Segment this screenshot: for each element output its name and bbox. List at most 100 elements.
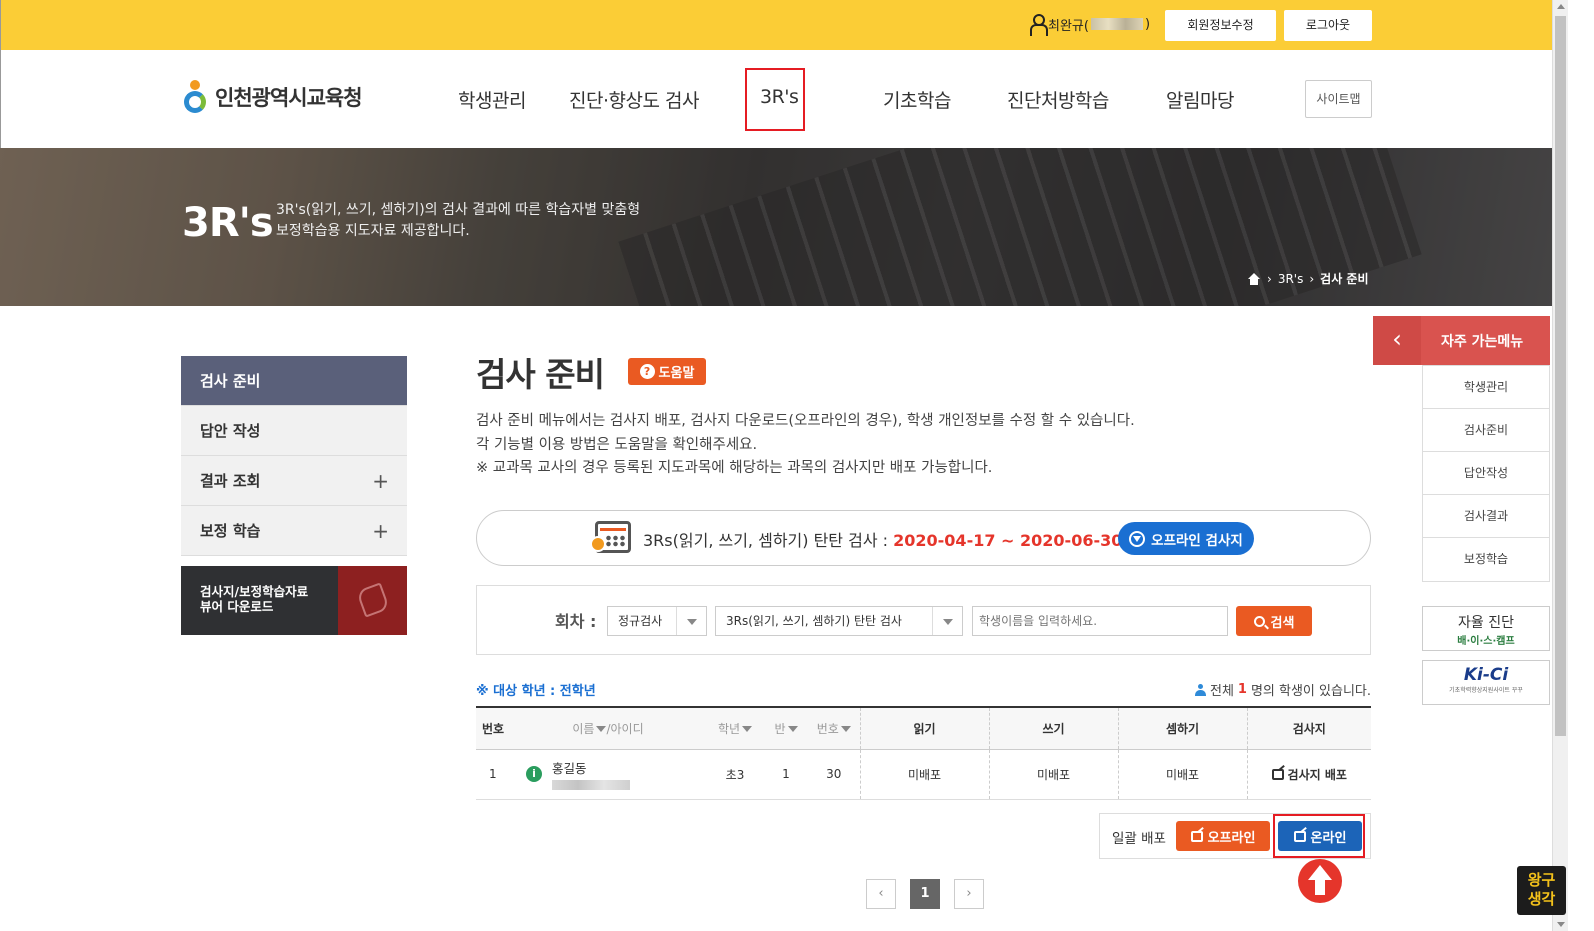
chevron-right-icon: › — [1309, 271, 1315, 286]
distribute-sheet-button[interactable]: 검사지 배포 — [1271, 766, 1347, 783]
col-name[interactable]: 이름/아이디 — [510, 706, 706, 750]
vertical-scrollbar[interactable] — [1552, 0, 1568, 931]
banner-desc-line2: 보정학습용 지도자료 제공합니다. — [276, 223, 470, 239]
nav-student-management[interactable]: 학생관리 — [458, 86, 526, 113]
col-reading: 읽기 — [859, 706, 989, 750]
desc-line2: 각 기능별 이용 방법은 도움말을 확인해주세요. — [476, 436, 758, 453]
quick-menu-header: ‹ 자주 가는메뉴 — [1373, 316, 1550, 365]
plus-icon[interactable]: + — [372, 456, 389, 506]
exam-select[interactable]: 3Rs(읽기, 쓰기, 셈하기) 탄탄 검사 — [715, 606, 963, 636]
self-diagnosis-banner[interactable]: 자율 진단 배·이·스·캠프 — [1422, 606, 1550, 651]
site-logo[interactable]: 인천광역시교육청 — [183, 80, 363, 114]
sort-down-icon[interactable] — [742, 726, 753, 733]
nav-prescription-learning[interactable]: 진단처방학습 — [1007, 86, 1109, 113]
page-description: 검사 준비 메뉴에서는 검사지 배포, 검사지 다운로드(오프라인의 경우), … — [476, 410, 1135, 481]
offline-sheet-button[interactable]: 오프라인 검사지 — [1118, 522, 1254, 555]
self-diagnosis-subtitle: 배·이·스·캠프 — [1457, 636, 1515, 647]
home-icon[interactable] — [1247, 272, 1261, 285]
page-banner: 3R's 3R's(읽기, 쓰기, 셈하기)의 검사 결과에 따른 학습자별 맞… — [0, 148, 1552, 306]
pagination: ‹ 1 › — [866, 879, 984, 909]
help-button[interactable]: ? 도움말 — [628, 358, 706, 385]
user-id-blurred — [1090, 18, 1143, 30]
top-utility-bar: 최완규() 회원정보수정 로그아웃 — [0, 0, 1552, 50]
scroll-down-icon[interactable] — [1557, 922, 1565, 927]
sidebar-menu: 검사 준비 답안 작성 결과 조회 + 보정 학습 + 검사지/보정학습자료 뷰어 … — [181, 356, 407, 635]
col-number-label: 번호 — [816, 721, 839, 736]
student-name-input[interactable] — [972, 606, 1228, 636]
prev-page-button[interactable]: ‹ — [866, 879, 896, 909]
search-button-label: 검색 — [1270, 615, 1295, 631]
col-grade[interactable]: 학년 — [706, 706, 764, 750]
kici-subtitle: 기초학력향상지원사이트 꾸꾸 — [1449, 687, 1523, 694]
quick-menu-title: 자주 가는메뉴 — [1441, 334, 1524, 350]
round-select-value: 정규검사 — [618, 614, 663, 628]
desc-line1: 검사 준비 메뉴에서는 검사지 배포, 검사지 다운로드(오프라인의 경우), … — [476, 413, 1135, 429]
user-info: 최완규() — [1029, 14, 1150, 36]
logo-icon — [183, 80, 209, 114]
total-students: 전체 1 명의 학생이 있습니다. — [1194, 680, 1371, 699]
desc-line3: ※ 교과목 교사의 경우 등록된 지도과목에 해당하는 과목의 검사지만 배포 … — [476, 460, 993, 476]
question-icon: ? — [639, 364, 655, 379]
plus-icon[interactable]: + — [372, 506, 389, 556]
member-edit-button[interactable]: 회원정보수정 — [1165, 10, 1276, 41]
scroll-up-icon[interactable] — [1557, 4, 1565, 9]
chevron-down-icon — [932, 607, 962, 635]
kici-logo: Ki-Ci — [1463, 665, 1509, 685]
bulk-offline-button[interactable]: 오프라인 — [1176, 821, 1270, 851]
banner-desc-line1: 3R's(읽기, 쓰기, 셈하기)의 검사 결과에 따른 학습자별 맞춤형 — [276, 202, 641, 218]
bulk-offline-label: 오프라인 — [1207, 830, 1256, 846]
nav-diagnosis-test[interactable]: 진단·향상도 검사 — [569, 86, 699, 113]
search-button[interactable]: 검색 — [1236, 606, 1312, 636]
logout-button[interactable]: 로그아웃 — [1284, 10, 1372, 41]
chevron-right-icon: › — [1267, 271, 1272, 286]
bulk-label: 일괄 배포 — [1112, 831, 1166, 847]
student-table: 번호 이름/아이디 학년 반 번호 읽기 쓰기 셈하기 검사지 1 i 홍길동 — [476, 706, 1371, 800]
sidebar-item-exam-prep[interactable]: 검사 준비 — [181, 356, 407, 406]
offline-sheet-label: 오프라인 검사지 — [1151, 532, 1243, 549]
sidebar-item-results[interactable]: 결과 조회 + — [181, 456, 407, 506]
watermark-line1: 왕구 — [1527, 871, 1556, 889]
help-label: 도움말 — [658, 366, 695, 381]
quick-item-student[interactable]: 학생관리 — [1423, 366, 1549, 409]
search-icon — [1253, 615, 1265, 627]
sort-down-icon[interactable] — [596, 726, 607, 733]
target-grade: ※ 대상 학년 : 전학년 — [476, 684, 596, 699]
col-name-label: 이름 — [572, 721, 595, 736]
breadcrumb-item-3rs[interactable]: 3R's — [1278, 272, 1304, 286]
next-page-button[interactable]: › — [954, 879, 984, 909]
quick-item-results[interactable]: 검사결과 — [1423, 495, 1549, 538]
banner-description: 3R's(읽기, 쓰기, 셈하기)의 검사 결과에 따른 학습자별 맞춤형 보정… — [276, 200, 716, 242]
sort-down-icon[interactable] — [787, 726, 798, 733]
nav-notice[interactable]: 알림마당 — [1166, 86, 1234, 113]
col-sheet: 검사지 — [1246, 706, 1371, 750]
cell-math: 미배포 — [1117, 749, 1247, 800]
sidebar-item-answer-entry[interactable]: 답안 작성 — [181, 406, 407, 456]
cell-number: 30 — [808, 749, 860, 800]
nav-basic-learning[interactable]: 기초학습 — [883, 86, 951, 113]
exam-info: 3Rs(읽기, 쓰기, 셈하기) 탄탄 검사 : 2020-04-17 ~ 20… — [643, 527, 1122, 551]
sort-down-icon[interactable] — [840, 726, 851, 733]
sidebar-item-remedial[interactable]: 보정 학습 + — [181, 506, 407, 556]
round-select[interactable]: 정규검사 — [607, 606, 707, 636]
main-header: 인천광역시교육청 학생관리 진단·향상도 검사 3R's 기초학습 진단처방학습… — [0, 50, 1552, 148]
viewer-download-banner[interactable]: 검사지/보정학습자료 뷰어 다운로드 — [181, 566, 407, 635]
quick-item-exam-prep[interactable]: 검사준비 — [1423, 409, 1549, 452]
scroll-thumb[interactable] — [1555, 16, 1566, 736]
col-number[interactable]: 번호 — [808, 706, 860, 750]
sidebar-item-label: 결과 조회 — [200, 472, 261, 490]
col-class-label: 반 — [774, 721, 786, 736]
table-row: 1 i 홍길동 초3 1 30 미배포 미배포 미배포 검사지 배포 — [476, 749, 1371, 800]
info-icon[interactable]: i — [526, 766, 542, 782]
person-icon — [1194, 683, 1206, 696]
total-prefix: 전체 — [1209, 684, 1234, 699]
col-id-label: /아이디 — [606, 721, 644, 736]
total-suffix: 명의 학생이 있습니다. — [1250, 684, 1371, 699]
sitemap-button[interactable]: 사이트맵 — [1305, 80, 1372, 118]
page-current[interactable]: 1 — [910, 879, 940, 909]
watermark-logo: 왕구 생각 — [1517, 866, 1566, 915]
quick-item-remedial[interactable]: 보정학습 — [1423, 538, 1549, 581]
quick-item-answer[interactable]: 답안작성 — [1423, 452, 1549, 495]
col-class[interactable]: 반 — [764, 706, 808, 750]
kici-banner[interactable]: Ki-Ci 기초학력향상지원사이트 꾸꾸 — [1422, 660, 1550, 705]
chevron-left-icon[interactable]: ‹ — [1373, 316, 1421, 365]
